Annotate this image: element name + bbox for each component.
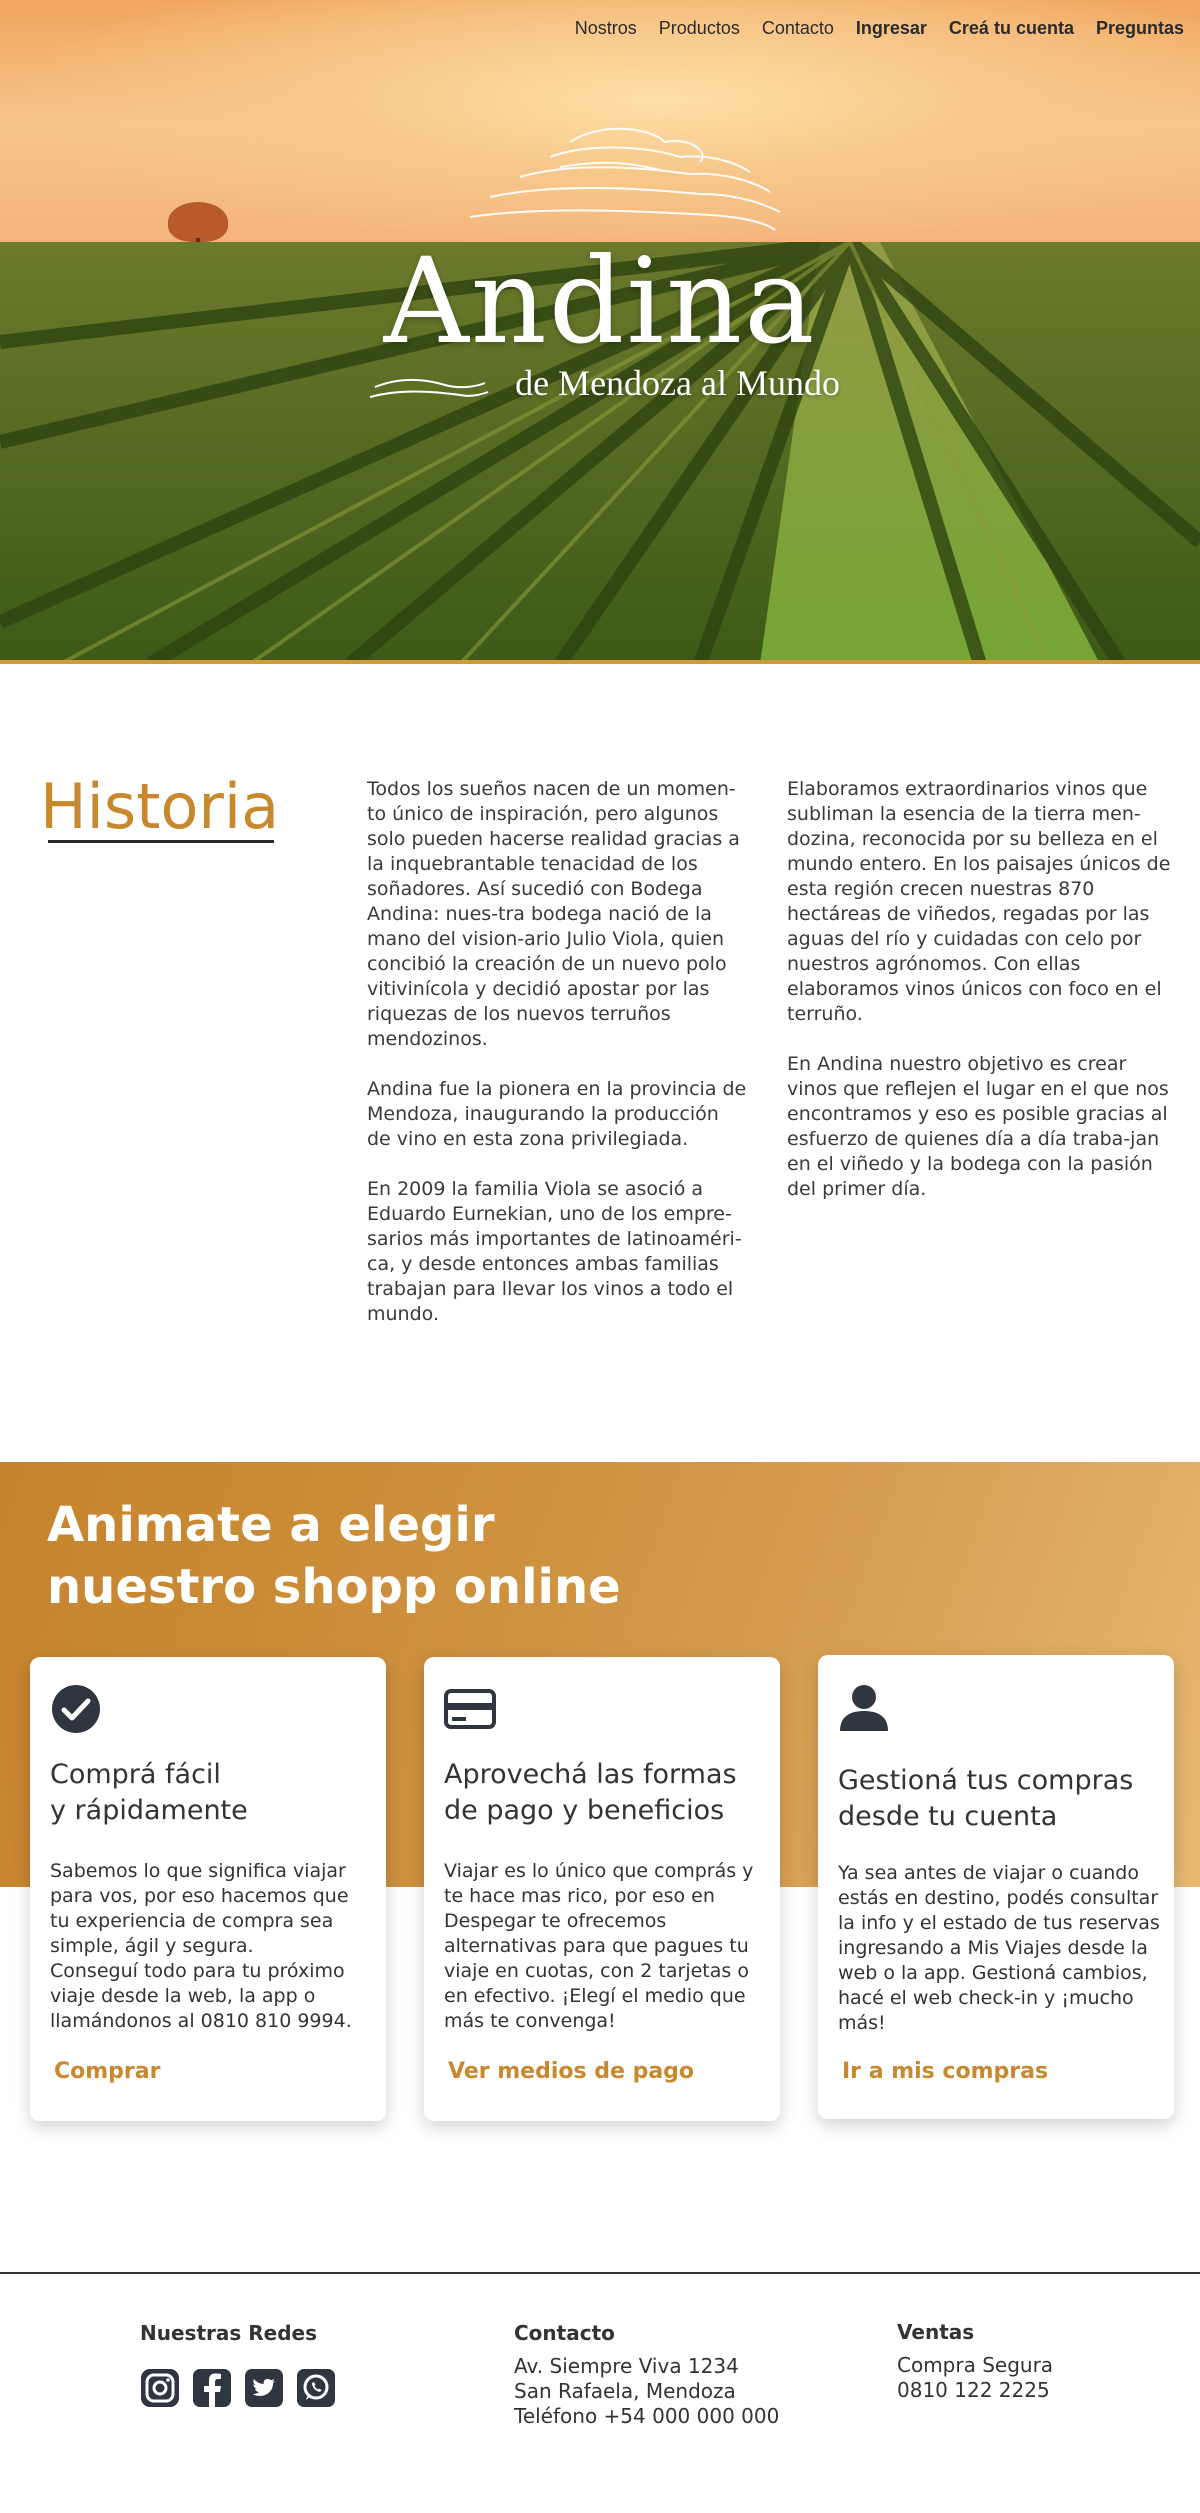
feature-card-cuenta: Gestioná tus compras desde tu cuenta Ya …: [818, 1655, 1174, 2119]
historia-paragraph: En Andina nuestro objetivo es crear vino…: [787, 1053, 1169, 1200]
historia-paragraph: Elaboramos extraordinarios vinos que sub…: [787, 778, 1171, 1025]
nav-item-contacto[interactable]: Contacto: [762, 18, 834, 39]
card-text: Ya sea antes de viajar o cuando estás en…: [838, 1862, 1160, 2034]
historia-column-2: Elaboramos extraordinarios vinos que sub…: [787, 777, 1172, 1227]
feature-card-comprar: Comprá fácil y rápidamente Sabemos lo qu…: [30, 1657, 386, 2121]
footer-city: San Rafaela, Mendoza: [514, 2379, 736, 2403]
user-icon: [840, 1685, 888, 1731]
brand-tagline: de Mendoza al Mundo: [515, 363, 840, 403]
tree-image: [168, 202, 228, 242]
social-links: [140, 2368, 336, 2408]
nav-item-nosotros[interactable]: Nostros: [575, 18, 637, 39]
shop-heading-line-2: nuestro shopp online: [47, 1559, 621, 1615]
credit-card-icon: [444, 1689, 496, 1729]
footer-contacto-info: Av. Siempre Viva 1234 San Rafaela, Mendo…: [514, 2354, 779, 2429]
historia-column-1: Todos los sueños nacen de un momen-to ún…: [367, 777, 747, 1352]
footer-ventas-phone: 0810 122 2225: [897, 2378, 1050, 2402]
faq-link[interactable]: Preguntas: [1096, 18, 1184, 39]
footer-phone: Teléfono +54 000 000 000: [514, 2404, 780, 2428]
footer-contacto-heading: Contacto: [514, 2321, 615, 2345]
logo-cloud-icon: [469, 127, 780, 231]
footer-address: Av. Siempre Viva 1234: [514, 2354, 739, 2378]
historia-paragraph: Todos los sueños nacen de un momen-to ún…: [367, 778, 740, 1050]
nav-item-productos[interactable]: Productos: [659, 18, 740, 39]
instagram-icon[interactable]: [140, 2368, 180, 2408]
footer-ventas-heading: Ventas: [897, 2320, 975, 2344]
hero-bottom-bar: [0, 660, 1200, 664]
top-navigation: Nostros Productos Contacto Ingresar Creá…: [575, 18, 1184, 39]
feature-card-pagos: Aprovechá las formas de pago y beneficio…: [424, 1657, 780, 2121]
whatsapp-icon[interactable]: [296, 2368, 336, 2408]
shop-heading: Animate a elegir nuestro shopp online: [47, 1494, 747, 1618]
register-link[interactable]: Creá tu cuenta: [949, 18, 1074, 39]
shop-heading-line-1: Animate a elegir: [47, 1497, 495, 1553]
historia-paragraph: Andina fue la pionera en la provincia de…: [367, 1078, 747, 1150]
check-circle-icon: [52, 1685, 100, 1733]
medios-de-pago-link[interactable]: Ver medios de pago: [448, 2059, 694, 2084]
login-link[interactable]: Ingresar: [856, 18, 927, 39]
card-title: Aprovechá las formas de pago y beneficio…: [444, 1759, 737, 1826]
card-text: Sabemos lo que significa viajar para vos…: [50, 1860, 352, 2032]
brand-logo: Andina de Mendoza al Mundo: [360, 122, 840, 422]
comprar-link[interactable]: Comprar: [54, 2059, 160, 2084]
brand-name: Andina: [383, 232, 817, 370]
mis-compras-link[interactable]: Ir a mis compras: [842, 2059, 1048, 2084]
twitter-icon[interactable]: [244, 2368, 284, 2408]
footer-compra-segura: Compra Segura: [897, 2353, 1054, 2377]
footer-ventas-info: Compra Segura 0810 122 2225: [897, 2353, 1053, 2403]
footer-divider: [0, 2272, 1200, 2274]
facebook-icon[interactable]: [192, 2368, 232, 2408]
historia-heading: Historia: [40, 770, 280, 843]
footer-redes-heading: Nuestras Redes: [140, 2321, 317, 2345]
historia-paragraph: En 2009 la familia Viola se asoció a Edu…: [367, 1178, 742, 1325]
card-text: Viajar es lo único que comprás y te hace…: [444, 1860, 754, 2032]
card-title: Comprá fácil y rápidamente: [50, 1759, 248, 1826]
historia-underline: [48, 840, 274, 843]
card-title: Gestioná tus compras desde tu cuenta: [838, 1765, 1134, 1832]
hero-banner: Andina de Mendoza al Mundo Nostros Produ…: [0, 0, 1200, 664]
